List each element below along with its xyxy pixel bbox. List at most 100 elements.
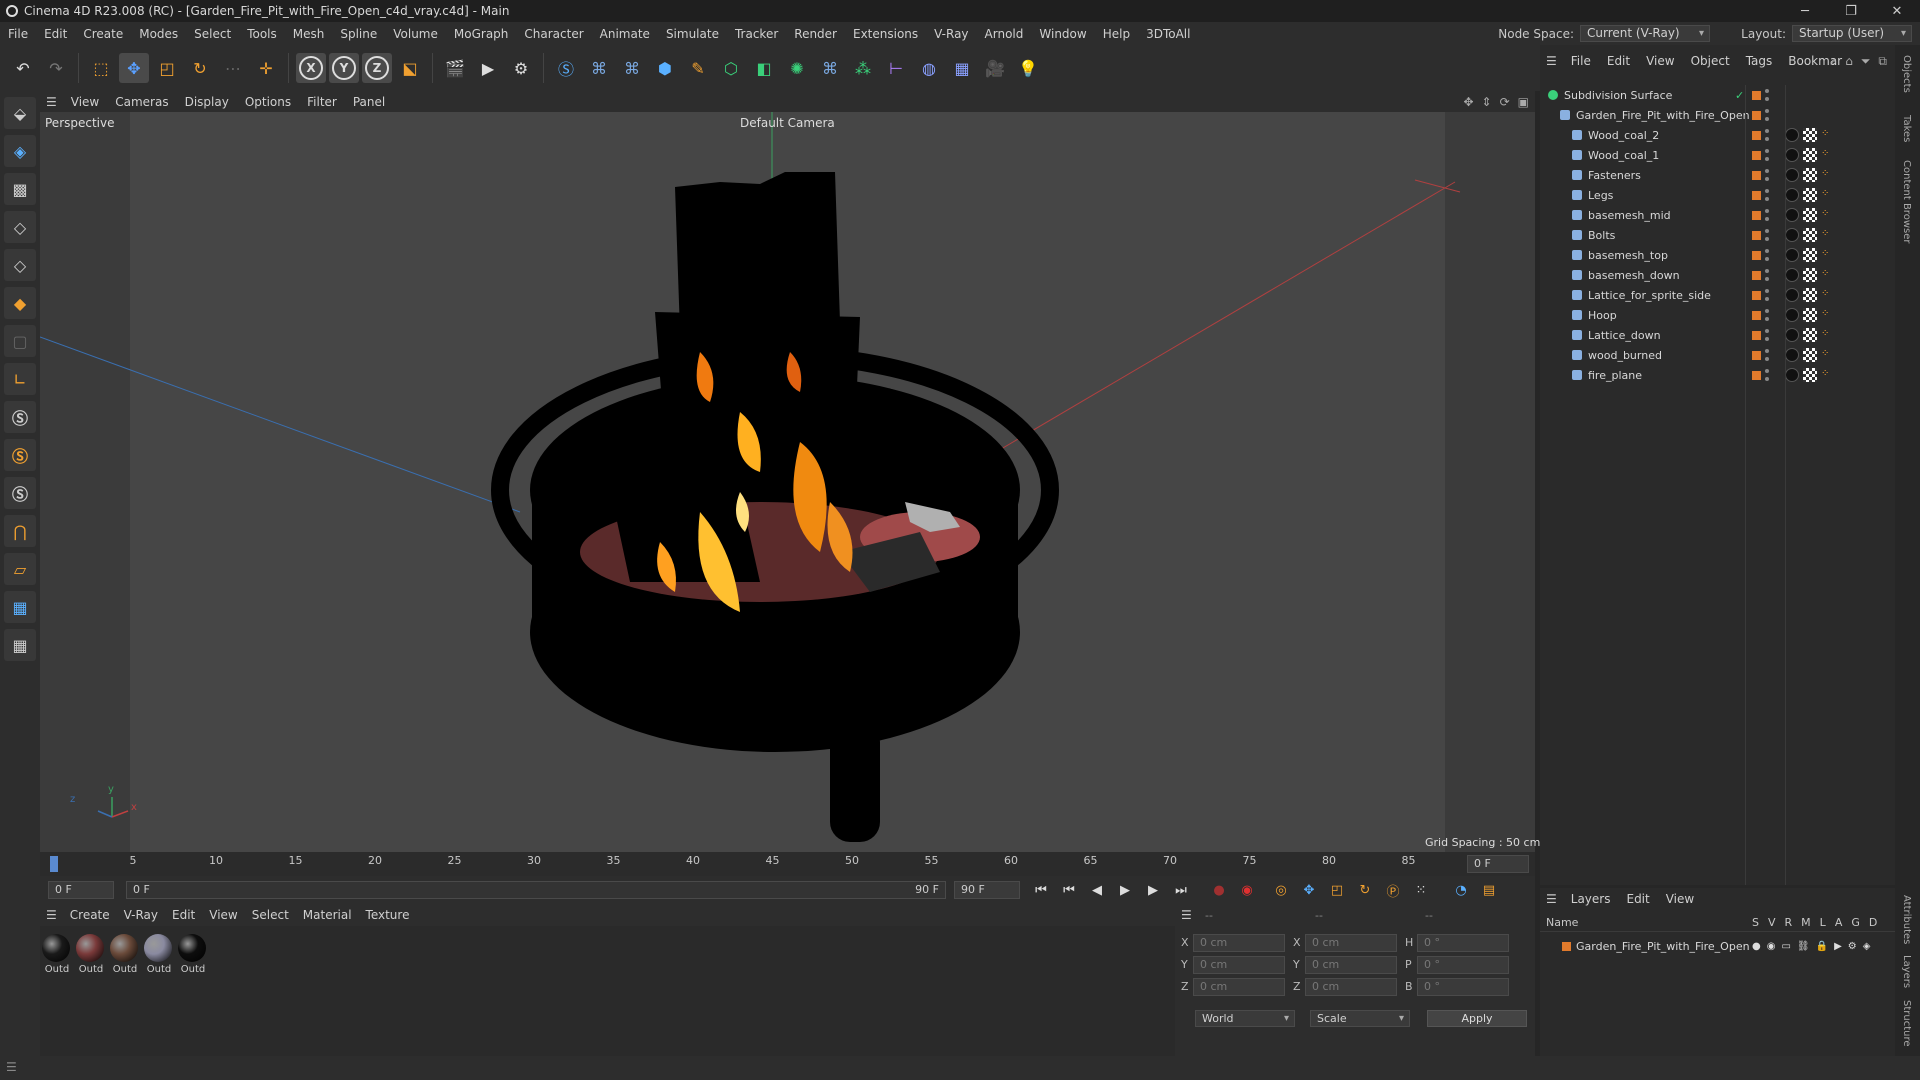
material-tag-icon[interactable] <box>1785 208 1799 222</box>
layer-toggle-icon[interactable]: ◈ <box>1863 941 1871 952</box>
uv-mode-icon[interactable]: ▢ <box>4 325 36 357</box>
minimize-button[interactable]: ─ <box>1782 0 1828 22</box>
polygons-mode-icon[interactable]: ◆ <box>4 287 36 319</box>
visibility-dots-icon[interactable] <box>1765 169 1769 181</box>
layer-color-icon[interactable] <box>1752 330 1761 340</box>
maximize-view-icon[interactable]: ▣ <box>1518 95 1529 109</box>
viewport-menu-view[interactable]: View <box>63 95 107 109</box>
layout-dropdown[interactable]: Startup (User) <box>1792 25 1912 42</box>
material-tag-icon[interactable] <box>1785 128 1799 142</box>
timeline-ruler[interactable]: 051015202530354045505560657075808590 0 F <box>40 852 1535 876</box>
create-object-icon[interactable]: ✛ <box>251 53 281 83</box>
new-window-icon[interactable]: ⧉ <box>1878 54 1887 69</box>
scale-tool-icon[interactable]: ◰ <box>152 53 182 83</box>
pen-spline-icon[interactable]: ✎ <box>683 53 713 83</box>
material-menu-texture[interactable]: Texture <box>359 908 417 922</box>
material-swatch[interactable]: Outd <box>178 934 208 975</box>
uv-tag-icon[interactable] <box>1803 208 1817 222</box>
tab-objects[interactable]: Objects <box>1901 55 1912 93</box>
menu-v-ray[interactable]: V-Ray <box>926 27 976 41</box>
material-tag-icon[interactable] <box>1785 328 1799 342</box>
uv-tag-icon[interactable] <box>1803 188 1817 202</box>
vray-tag-icon[interactable]: ⁘ <box>1821 229 1831 241</box>
menu-select[interactable]: Select <box>186 27 239 41</box>
orbit-icon[interactable]: ⟳ <box>1500 95 1510 109</box>
material-tag-icon[interactable] <box>1785 228 1799 242</box>
texture-mode-icon[interactable]: ▩ <box>4 173 36 205</box>
object-row[interactable]: Lattice_for_sprite_side ⁘ <box>1540 285 1895 305</box>
visibility-dots-icon[interactable] <box>1765 129 1769 141</box>
cloner-icon[interactable]: ✺ <box>782 53 812 83</box>
visibility-dots-icon[interactable] <box>1765 189 1769 201</box>
next-frame-icon[interactable]: ▶ <box>1142 879 1164 901</box>
menu-animate[interactable]: Animate <box>592 27 658 41</box>
coord-value-field[interactable]: 0 cm <box>1193 978 1285 996</box>
visibility-dots-icon[interactable] <box>1765 89 1769 101</box>
material-tag-icon[interactable] <box>1785 308 1799 322</box>
viewport-menu-icon[interactable]: ☰ <box>46 95 57 109</box>
visibility-dots-icon[interactable] <box>1765 329 1769 341</box>
tab-layers[interactable]: Layers <box>1901 955 1912 988</box>
viewport-menu-panel[interactable]: Panel <box>345 95 393 109</box>
uv-tag-icon[interactable] <box>1803 268 1817 282</box>
frame-range-slider[interactable]: 0 F 90 F <box>126 881 946 899</box>
make-editable-icon[interactable]: ⬙ <box>4 97 36 129</box>
layer-color-icon[interactable] <box>1752 270 1761 280</box>
coord-value-field[interactable]: 0 ° <box>1417 956 1509 974</box>
vray-tag-icon[interactable]: ⁘ <box>1821 269 1831 281</box>
viewport-3d[interactable]: z y x <box>40 112 1535 852</box>
visibility-dots-icon[interactable] <box>1765 309 1769 321</box>
uv-tag-icon[interactable] <box>1803 308 1817 322</box>
menu-file[interactable]: File <box>0 27 36 41</box>
object-row[interactable]: basemesh_down ⁘ <box>1540 265 1895 285</box>
object-row[interactable]: Bolts ⁘ <box>1540 225 1895 245</box>
viewport-menu-options[interactable]: Options <box>237 95 299 109</box>
coord-value-field[interactable]: 0 ° <box>1417 978 1509 996</box>
coord-value-field[interactable]: 0 cm <box>1305 956 1397 974</box>
uv-tag-icon[interactable] <box>1803 128 1817 142</box>
menu-spline[interactable]: Spline <box>332 27 385 41</box>
visibility-dots-icon[interactable] <box>1765 229 1769 241</box>
goto-end-icon[interactable]: ⏭ <box>1170 879 1192 901</box>
visibility-dots-icon[interactable] <box>1765 209 1769 221</box>
magnet-icon[interactable]: ⋂ <box>4 515 36 547</box>
search-icon[interactable]: ⌕ <box>1830 54 1837 69</box>
goto-start-icon[interactable]: ⏮ <box>1030 879 1052 901</box>
render-settings-icon[interactable]: ⚙ <box>506 53 536 83</box>
object-row[interactable]: Wood_coal_1 ⁘ <box>1540 145 1895 165</box>
menu-mesh[interactable]: Mesh <box>285 27 333 41</box>
layer-toggle-icon[interactable]: 🔒 <box>1816 941 1828 952</box>
visibility-dots-icon[interactable] <box>1765 249 1769 261</box>
motion-icon[interactable]: ◔ <box>1450 879 1472 901</box>
uv-tag-icon[interactable] <box>1803 148 1817 162</box>
vray-tag-icon[interactable]: ⁘ <box>1821 189 1831 201</box>
uv-tag-icon[interactable] <box>1803 168 1817 182</box>
python-script-2-icon[interactable]: ⌘ <box>617 53 647 83</box>
maximize-button[interactable]: ❐ <box>1828 0 1874 22</box>
layer-color-icon[interactable] <box>1752 290 1761 300</box>
object-row[interactable]: fire_plane ⁘ <box>1540 365 1895 385</box>
layer-color-icon[interactable] <box>1752 250 1761 260</box>
layer-toggle-icon[interactable]: ⛓ <box>1797 941 1810 952</box>
locked-workplane-icon[interactable]: ▦ <box>4 629 36 661</box>
snap-settings-icon[interactable]: Ⓢ <box>4 439 36 471</box>
material-swatch[interactable]: Outd <box>76 934 106 975</box>
layer-color-icon[interactable] <box>1752 350 1761 360</box>
layer-toggle-icon[interactable]: ⚙ <box>1848 941 1857 952</box>
layer-toggle-icon[interactable]: ● <box>1752 941 1761 952</box>
python-script-icon[interactable]: ⌘ <box>584 53 614 83</box>
axis-mode-icon[interactable]: ∟ <box>4 363 36 395</box>
layer-toggle-icon[interactable]: ▭ <box>1781 941 1790 952</box>
timeline-window-icon[interactable]: ▤ <box>1478 879 1500 901</box>
rotate-tool-icon[interactable]: ↻ <box>185 53 215 83</box>
start-frame-field[interactable]: 0 F <box>48 881 114 899</box>
joint-icon[interactable]: ⊢ <box>881 53 911 83</box>
menu-tracker[interactable]: Tracker <box>727 27 786 41</box>
material-menu-create[interactable]: Create <box>63 908 117 922</box>
object-row[interactable]: Legs ⁘ <box>1540 185 1895 205</box>
snap-icon[interactable]: Ⓢ <box>4 401 36 433</box>
vray-icon[interactable]: Ⓢ <box>551 53 581 83</box>
layer-menu-layers[interactable]: Layers <box>1563 892 1619 906</box>
viewport-menu-display[interactable]: Display <box>177 95 237 109</box>
tab-takes[interactable]: Takes <box>1901 115 1912 142</box>
